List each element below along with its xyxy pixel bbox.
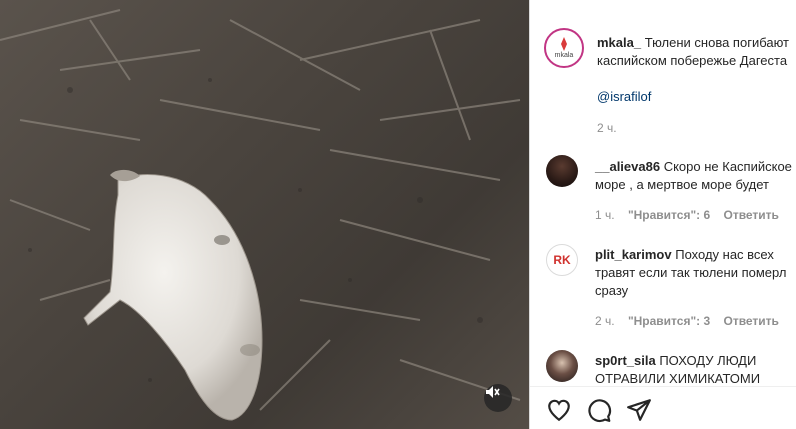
action-bar	[530, 386, 796, 429]
mute-button[interactable]	[484, 384, 512, 412]
seal-photo	[0, 9, 521, 421]
reply-button[interactable]: Ответить	[723, 208, 778, 222]
reply-button[interactable]: Ответить	[723, 314, 778, 328]
comment-likes[interactable]: "Нравится": 6	[628, 208, 710, 222]
commenter-avatar[interactable]	[546, 350, 578, 382]
comment-text-1: ПОХОДУ ЛЮДИ	[659, 353, 757, 368]
caption-text-1: Тюлени снова погибают	[644, 35, 790, 50]
comment-username[interactable]: sp0rt_sila	[595, 353, 656, 368]
comment-likes[interactable]: "Нравится": 3	[628, 314, 710, 328]
comment-username[interactable]: plit_karimov	[595, 247, 672, 262]
caption-line-1: mkala_ Тюлени снова погибают	[597, 34, 789, 52]
comments-panel: mkala mkala_ Тюлени снова погибают каспи…	[529, 0, 796, 429]
author-username[interactable]: mkala_	[597, 35, 641, 50]
commenter-avatar[interactable]: RK	[546, 244, 578, 276]
comment-meta: 1 ч. "Нравится": 6 Ответить	[595, 208, 779, 222]
comment-text-1: Скоро не Каспийское	[663, 159, 792, 174]
volume-off-icon	[486, 386, 500, 398]
comment-text-1: Походу нас всех	[675, 247, 774, 262]
share-icon[interactable]	[626, 397, 652, 423]
comment-time[interactable]: 1 ч.	[595, 208, 615, 222]
rk-logo-label: RK	[553, 253, 571, 267]
comment-line-1: __alieva86 Скоро не Каспийское	[595, 158, 792, 176]
comment-text-3: сразу	[595, 283, 629, 298]
comment-text-2: море , а мертвое море будет	[595, 177, 770, 192]
author-avatar[interactable]: mkala	[544, 28, 584, 68]
comment-icon[interactable]	[586, 397, 612, 423]
comment-time[interactable]: 2 ч.	[595, 314, 615, 328]
heart-icon[interactable]	[546, 397, 572, 423]
comment-line-1: plit_karimov Походу нас всех	[595, 246, 774, 264]
comment-text-2: травят если так тюлени померл	[595, 265, 787, 280]
commenter-avatar[interactable]	[546, 155, 578, 187]
mention-link[interactable]: @israfilof	[597, 88, 651, 106]
caption-text-2: каспийском побережье Дагеста	[597, 53, 788, 68]
author-avatar-label: mkala	[554, 52, 574, 59]
mkala-logo-icon	[561, 37, 567, 51]
post-video[interactable]	[0, 0, 529, 429]
comment-meta: 2 ч. "Нравится": 3 Ответить	[595, 314, 779, 328]
comment-username[interactable]: __alieva86	[595, 159, 660, 174]
post-time[interactable]: 2 ч.	[597, 121, 617, 135]
comment-line-1: sp0rt_sila ПОХОДУ ЛЮДИ	[595, 352, 756, 370]
